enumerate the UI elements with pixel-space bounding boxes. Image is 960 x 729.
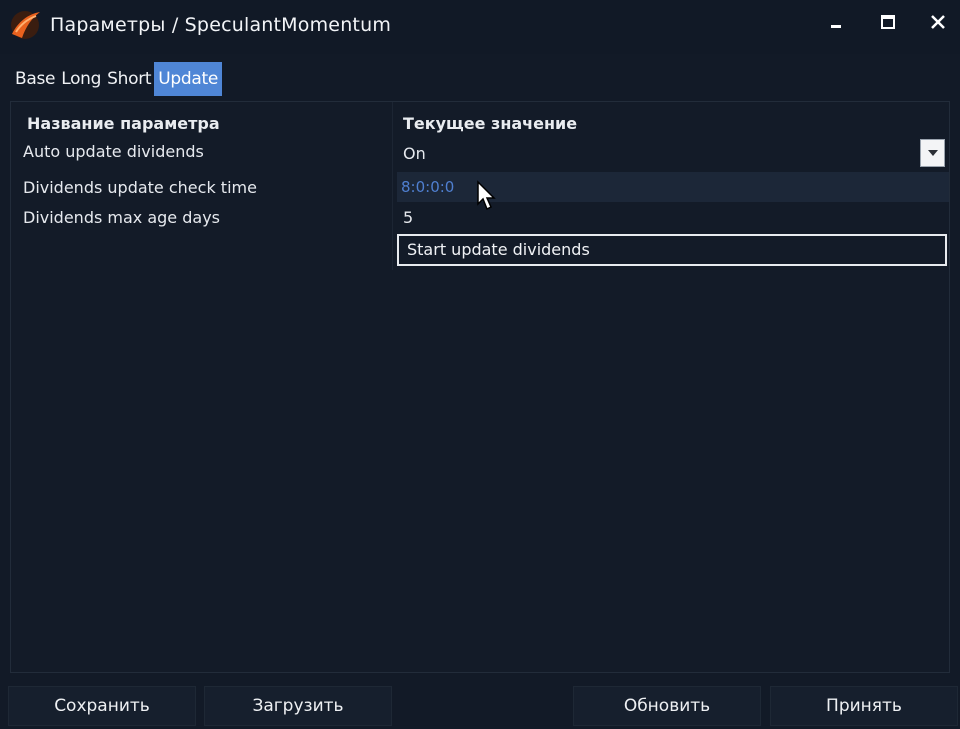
- param-name-max-age: Dividends max age days: [23, 208, 220, 227]
- tab-long[interactable]: Long: [58, 62, 104, 96]
- close-button[interactable]: [924, 8, 952, 36]
- param-value-auto-update[interactable]: On: [403, 144, 426, 163]
- tab-short[interactable]: Short: [104, 62, 154, 96]
- maximize-button[interactable]: [874, 8, 902, 36]
- title-bar[interactable]: Параметры / SpeculantMomentum: [0, 0, 960, 54]
- minimize-button[interactable]: [822, 8, 850, 36]
- param-value-check-time-input[interactable]: 8:0:0:0: [401, 178, 454, 196]
- app-logo-icon: [8, 8, 42, 42]
- tab-update[interactable]: Update: [154, 62, 223, 96]
- chevron-down-icon: [927, 150, 938, 156]
- load-button[interactable]: Загрузить: [204, 686, 392, 726]
- auto-update-dropdown-button[interactable]: [920, 139, 945, 167]
- column-header-name: Название параметра: [27, 114, 220, 133]
- parameters-window: Параметры / SpeculantMomentum Base Long …: [0, 0, 960, 729]
- accept-button[interactable]: Принять: [770, 686, 958, 726]
- minimize-icon: [831, 25, 841, 28]
- column-divider: [392, 102, 393, 270]
- maximize-icon: [881, 15, 895, 29]
- tab-base[interactable]: Base: [12, 62, 58, 96]
- start-update-dividends-button[interactable]: Start update dividends: [397, 234, 947, 266]
- selected-row-highlight: [397, 172, 949, 202]
- refresh-button[interactable]: Обновить: [573, 686, 761, 726]
- parameters-grid: Название параметра Текущее значение Auto…: [10, 101, 950, 673]
- param-name-auto-update: Auto update dividends: [23, 142, 204, 161]
- close-icon: [931, 15, 945, 29]
- param-name-check-time: Dividends update check time: [23, 178, 257, 197]
- tab-strip: Base Long Short Update: [12, 62, 223, 96]
- column-header-value: Текущее значение: [403, 114, 578, 133]
- window-title: Параметры / SpeculantMomentum: [50, 14, 392, 36]
- save-button[interactable]: Сохранить: [8, 686, 196, 726]
- param-value-max-age[interactable]: 5: [403, 208, 413, 227]
